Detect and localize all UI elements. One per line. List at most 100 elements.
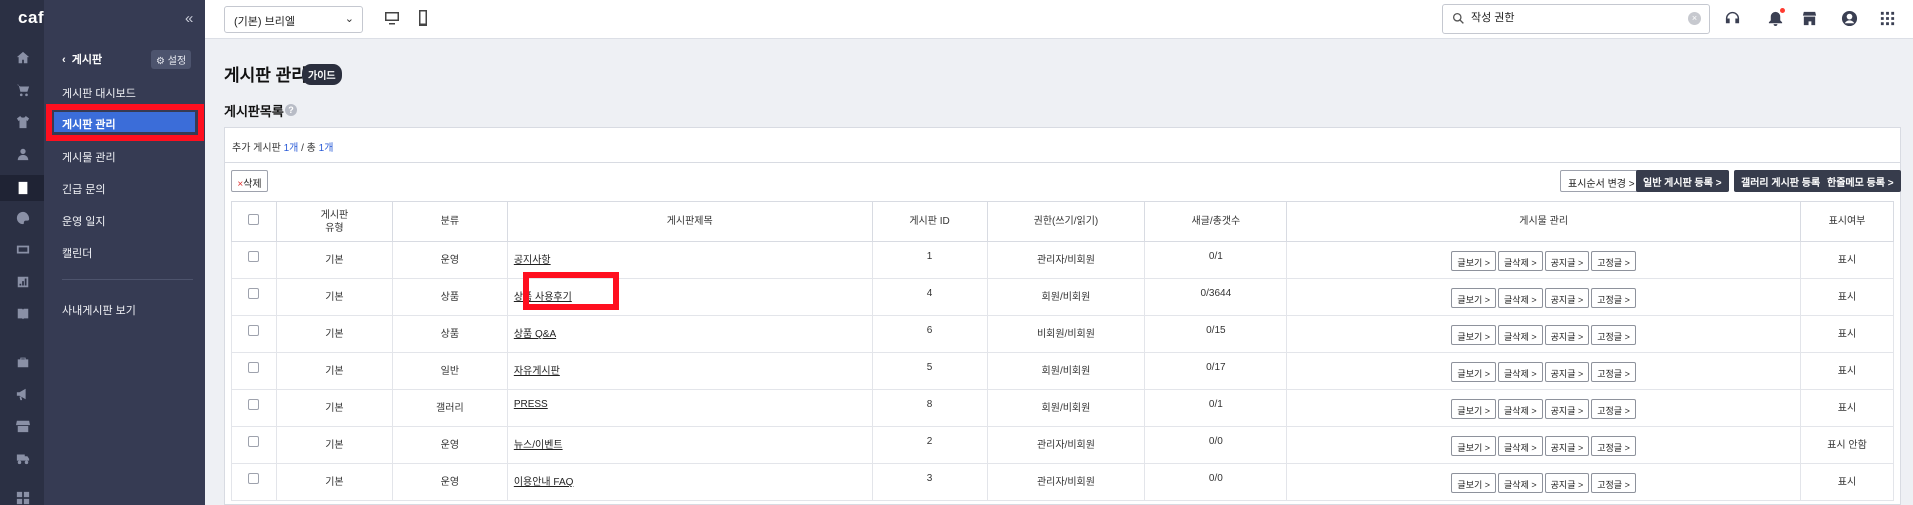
headset-icon[interactable] bbox=[1724, 10, 1741, 27]
home-icon[interactable] bbox=[16, 51, 30, 65]
manage-button-0[interactable]: 글보기 > bbox=[1451, 288, 1497, 308]
app-grid-icon[interactable] bbox=[1879, 10, 1896, 27]
board-title-link[interactable]: 뉴스/이벤트 bbox=[514, 440, 563, 451]
sidebar-item-urgent-inquiry[interactable]: 긴급 문의 bbox=[62, 181, 106, 197]
manage-button-3[interactable]: 고정글 > bbox=[1591, 473, 1636, 493]
sidebar-item-internal-board[interactable]: 사내게시판 보기 bbox=[62, 302, 136, 318]
cell-type: 기본 bbox=[275, 278, 393, 316]
manage-button-1[interactable]: 글삭제 > bbox=[1498, 362, 1543, 382]
search-box[interactable]: × bbox=[1442, 4, 1710, 34]
shirt-icon[interactable] bbox=[16, 115, 30, 129]
change-order-button[interactable]: 표시순서 변경 > bbox=[1560, 170, 1643, 192]
cell-category: 운영 bbox=[391, 426, 508, 464]
store-icon[interactable] bbox=[16, 419, 30, 433]
add-memo-button[interactable]: 한줄메모 등록 > bbox=[1820, 170, 1901, 192]
sidebar-item-ops-log[interactable]: 운영 일지 bbox=[62, 213, 106, 229]
cell-title: 뉴스/이벤트 bbox=[506, 426, 873, 464]
manage-button-2[interactable]: 공지글 > bbox=[1544, 288, 1590, 308]
board-title-link[interactable]: PRESS bbox=[514, 399, 548, 410]
manage-button-2[interactable]: 공지글 > bbox=[1544, 399, 1590, 419]
palette-icon[interactable] bbox=[16, 211, 30, 225]
search-input[interactable] bbox=[1471, 11, 1671, 23]
row-checkbox[interactable] bbox=[248, 288, 260, 299]
highlight-box-row bbox=[523, 272, 619, 310]
cell-category: 갤러리 bbox=[391, 389, 508, 427]
megaphone-icon[interactable] bbox=[16, 387, 30, 401]
display-icon[interactable] bbox=[16, 243, 30, 257]
collapse-sidebar-icon[interactable]: « bbox=[185, 10, 193, 27]
cell-permission: 회원/비회원 bbox=[986, 352, 1146, 390]
cell-display: 표시 bbox=[1799, 352, 1895, 390]
cart-icon[interactable] bbox=[16, 83, 30, 97]
manage-button-1[interactable]: 글삭제 > bbox=[1498, 399, 1543, 419]
row-select-cell bbox=[231, 463, 277, 501]
row-checkbox[interactable] bbox=[248, 251, 260, 262]
manage-button-0[interactable]: 글보기 > bbox=[1451, 325, 1497, 345]
settings-button[interactable]: ⚙ 설정 bbox=[151, 50, 192, 69]
manage-button-3[interactable]: 고정글 > bbox=[1591, 251, 1636, 271]
sidebar-item-post-manage[interactable]: 게시물 관리 bbox=[62, 149, 116, 165]
board-title-link[interactable]: 상품 Q&A bbox=[514, 329, 556, 340]
manage-button-1[interactable]: 글삭제 > bbox=[1498, 436, 1543, 456]
apps-icon[interactable] bbox=[16, 491, 30, 505]
bag-icon[interactable] bbox=[16, 355, 30, 369]
manage-button-2[interactable]: 공지글 > bbox=[1544, 251, 1590, 271]
store-front-icon[interactable] bbox=[1801, 10, 1818, 27]
row-checkbox[interactable] bbox=[248, 399, 260, 410]
row-checkbox[interactable] bbox=[248, 436, 260, 447]
add-normal-board-button[interactable]: 일반 게시판 등록 > bbox=[1636, 170, 1729, 192]
cell-permission: 관리자/비회원 bbox=[986, 241, 1146, 279]
board-title-link[interactable]: 자유게시판 bbox=[514, 366, 560, 377]
manage-button-2[interactable]: 공지글 > bbox=[1544, 473, 1590, 493]
manage-button-2[interactable]: 공지글 > bbox=[1544, 325, 1590, 345]
delete-button[interactable]: ×삭제 bbox=[231, 170, 268, 192]
truck-icon[interactable] bbox=[16, 451, 30, 465]
back-to-board-link[interactable]: ‹ 게시판 bbox=[62, 51, 102, 67]
manage-button-0[interactable]: 글보기 > bbox=[1451, 473, 1497, 493]
clear-search-icon[interactable]: × bbox=[1688, 12, 1701, 25]
manage-button-3[interactable]: 고정글 > bbox=[1591, 436, 1636, 456]
row-select-cell bbox=[231, 352, 277, 390]
table-row: 기본 운영 이용안내 FAQ 3 관리자/비회원 0/0 글보기 > 글삭제 > 공지글 > 고정… bbox=[231, 463, 1895, 501]
cell-type: 기본 bbox=[275, 463, 393, 501]
cell-manage: 글보기 > 글삭제 > 공지글 > 고정글 > bbox=[1286, 463, 1801, 501]
manage-button-2[interactable]: 공지글 > bbox=[1544, 436, 1590, 456]
desktop-view-icon[interactable] bbox=[383, 9, 401, 27]
book-icon[interactable] bbox=[16, 307, 30, 321]
guide-badge[interactable]: 가이드 bbox=[302, 64, 342, 85]
cell-category: 운영 bbox=[391, 463, 508, 501]
manage-button-1[interactable]: 글삭제 > bbox=[1498, 251, 1543, 271]
account-icon[interactable] bbox=[1841, 10, 1858, 27]
cell-manage: 글보기 > 글삭제 > 공지글 > 고정글 > bbox=[1286, 426, 1801, 464]
sidebar-item-dashboard[interactable]: 게시판 대시보드 bbox=[62, 85, 136, 101]
manage-button-3[interactable]: 고정글 > bbox=[1591, 362, 1636, 382]
cell-manage: 글보기 > 글삭제 > 공지글 > 고정글 > bbox=[1286, 241, 1801, 279]
manage-button-3[interactable]: 고정글 > bbox=[1591, 325, 1636, 345]
select-all-checkbox[interactable] bbox=[248, 214, 260, 225]
manage-button-3[interactable]: 고정글 > bbox=[1591, 288, 1636, 308]
user-icon[interactable] bbox=[16, 147, 30, 161]
manage-button-0[interactable]: 글보기 > bbox=[1451, 251, 1497, 271]
manage-button-1[interactable]: 글삭제 > bbox=[1498, 473, 1543, 493]
mobile-view-icon[interactable] bbox=[414, 9, 432, 27]
manage-button-1[interactable]: 글삭제 > bbox=[1498, 288, 1543, 308]
board-title-link[interactable]: 공지사항 bbox=[514, 255, 551, 266]
sidebar-item-calendar[interactable]: 캘린더 bbox=[62, 245, 92, 261]
manage-button-0[interactable]: 글보기 > bbox=[1451, 362, 1497, 382]
board-title-link[interactable]: 이용안내 FAQ bbox=[514, 477, 574, 488]
col-header-type: 게시판 유형 bbox=[275, 201, 393, 242]
row-checkbox[interactable] bbox=[248, 473, 260, 484]
row-checkbox[interactable] bbox=[248, 325, 260, 336]
manage-button-1[interactable]: 글삭제 > bbox=[1498, 325, 1543, 345]
manage-button-3[interactable]: 고정글 > bbox=[1591, 399, 1636, 419]
manage-button-0[interactable]: 글보기 > bbox=[1451, 436, 1497, 456]
shop-select[interactable]: (기본) 브리엘 ⌄ bbox=[224, 6, 363, 33]
manage-button-2[interactable]: 공지글 > bbox=[1544, 362, 1590, 382]
help-icon[interactable]: ? bbox=[285, 104, 297, 116]
row-checkbox[interactable] bbox=[248, 362, 260, 373]
cell-count: 0/1 bbox=[1144, 241, 1288, 279]
manage-button-0[interactable]: 글보기 > bbox=[1451, 399, 1497, 419]
board-icon[interactable] bbox=[16, 181, 30, 195]
col-header-count: 새글/총갯수 bbox=[1144, 201, 1288, 242]
chart-icon[interactable] bbox=[16, 275, 30, 289]
